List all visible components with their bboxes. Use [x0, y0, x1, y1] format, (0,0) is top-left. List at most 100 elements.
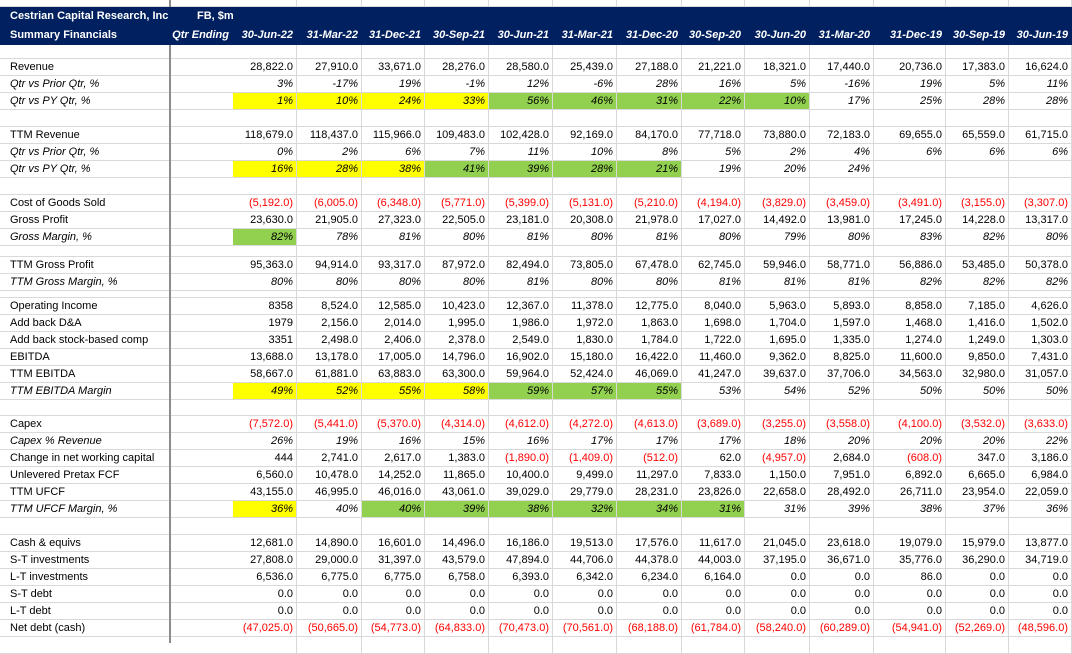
empty-cell[interactable]: [425, 637, 489, 654]
value-cell[interactable]: 6,536.0: [233, 569, 297, 586]
empty-cell[interactable]: [946, 45, 1009, 59]
value-cell[interactable]: 0.0: [745, 586, 810, 603]
empty-cell[interactable]: [362, 400, 425, 416]
empty-cell[interactable]: [362, 178, 425, 195]
empty-cell[interactable]: [617, 400, 682, 416]
value-cell[interactable]: 34,719.0: [1009, 552, 1072, 569]
value-cell[interactable]: 6%: [874, 144, 946, 161]
value-cell[interactable]: 8,524.0: [297, 298, 362, 315]
value-cell[interactable]: 0.0: [1009, 603, 1072, 620]
empty-cell[interactable]: [946, 178, 1009, 195]
empty-cell[interactable]: [946, 637, 1009, 654]
value-cell[interactable]: 2,684.0: [810, 450, 874, 467]
value-cell[interactable]: 0.0: [553, 603, 617, 620]
value-cell[interactable]: (6,005.0): [297, 195, 362, 212]
value-cell[interactable]: 0.0: [233, 586, 297, 603]
empty-cell[interactable]: [682, 178, 745, 195]
value-cell[interactable]: 15,979.0: [946, 535, 1009, 552]
value-cell[interactable]: 6,775.0: [297, 569, 362, 586]
value-cell[interactable]: 17,245.0: [874, 212, 946, 229]
value-cell[interactable]: 11,865.0: [425, 467, 489, 484]
empty-cell[interactable]: [946, 291, 1009, 298]
empty-cell[interactable]: [682, 637, 745, 654]
value-cell[interactable]: (3,689.0): [682, 416, 745, 433]
value-cell[interactable]: 62.0: [682, 450, 745, 467]
value-cell[interactable]: 23,826.0: [682, 484, 745, 501]
empty-cell[interactable]: [553, 400, 617, 416]
value-cell[interactable]: 22,658.0: [745, 484, 810, 501]
value-cell[interactable]: 6,164.0: [682, 569, 745, 586]
value-cell[interactable]: 82%: [946, 274, 1009, 291]
value-cell[interactable]: 20%: [810, 433, 874, 450]
value-cell[interactable]: 24%: [810, 161, 874, 178]
value-cell[interactable]: 39%: [810, 501, 874, 518]
value-cell[interactable]: 18%: [745, 433, 810, 450]
empty-cell[interactable]: [946, 400, 1009, 416]
empty-cell[interactable]: [553, 518, 617, 535]
value-cell[interactable]: 80%: [617, 274, 682, 291]
value-cell[interactable]: 7,431.0: [1009, 349, 1072, 366]
value-cell[interactable]: 37,195.0: [745, 552, 810, 569]
value-cell[interactable]: 21,045.0: [745, 535, 810, 552]
value-cell[interactable]: 50%: [874, 383, 946, 400]
empty-cell[interactable]: [297, 246, 362, 257]
empty-cell[interactable]: [682, 518, 745, 535]
empty-cell[interactable]: [946, 0, 1009, 7]
value-cell[interactable]: 69,655.0: [874, 127, 946, 144]
row-label[interactable]: TTM EBITDA Margin: [0, 383, 233, 400]
value-cell[interactable]: 444: [233, 450, 297, 467]
value-cell[interactable]: 14,252.0: [362, 467, 425, 484]
value-cell[interactable]: (3,459.0): [810, 195, 874, 212]
value-cell[interactable]: 1,704.0: [745, 315, 810, 332]
value-cell[interactable]: 14,496.0: [425, 535, 489, 552]
value-cell[interactable]: 0.0: [874, 586, 946, 603]
value-cell[interactable]: 38%: [874, 501, 946, 518]
value-cell[interactable]: 0.0: [745, 603, 810, 620]
empty-cell[interactable]: [617, 110, 682, 127]
value-cell[interactable]: 79%: [745, 229, 810, 246]
empty-cell[interactable]: [553, 637, 617, 654]
value-cell[interactable]: 81%: [489, 229, 553, 246]
value-cell[interactable]: (5,210.0): [617, 195, 682, 212]
empty-cell[interactable]: [553, 178, 617, 195]
value-cell[interactable]: 6,665.0: [946, 467, 1009, 484]
value-cell[interactable]: 17,383.0: [946, 59, 1009, 76]
value-cell[interactable]: 38%: [362, 161, 425, 178]
value-cell[interactable]: 31%: [617, 93, 682, 110]
value-cell[interactable]: 16%: [362, 433, 425, 450]
value-cell[interactable]: 7,951.0: [810, 467, 874, 484]
value-cell[interactable]: 347.0: [946, 450, 1009, 467]
value-cell[interactable]: 0.0: [489, 586, 553, 603]
value-cell[interactable]: 54%: [745, 383, 810, 400]
value-cell[interactable]: 19%: [362, 76, 425, 93]
value-cell[interactable]: 11,600.0: [874, 349, 946, 366]
value-cell[interactable]: (70,561.0): [553, 620, 617, 637]
empty-cell[interactable]: [489, 45, 553, 59]
value-cell[interactable]: 9,850.0: [946, 349, 1009, 366]
value-cell[interactable]: 37%: [946, 501, 1009, 518]
empty-cell[interactable]: [489, 246, 553, 257]
row-label[interactable]: Add back stock-based comp: [0, 332, 233, 349]
empty-cell[interactable]: [0, 178, 233, 195]
value-cell[interactable]: 36,290.0: [946, 552, 1009, 569]
value-cell[interactable]: 17%: [810, 93, 874, 110]
value-cell[interactable]: 33,671.0: [362, 59, 425, 76]
value-cell[interactable]: 1%: [233, 93, 297, 110]
value-cell[interactable]: 78%: [297, 229, 362, 246]
empty-cell[interactable]: [0, 637, 233, 654]
value-cell[interactable]: 10%: [553, 144, 617, 161]
value-cell[interactable]: 2,014.0: [362, 315, 425, 332]
value-cell[interactable]: 0.0: [682, 586, 745, 603]
value-cell[interactable]: 80%: [553, 274, 617, 291]
value-cell[interactable]: 17%: [617, 433, 682, 450]
value-cell[interactable]: 0.0: [682, 603, 745, 620]
value-cell[interactable]: 82,494.0: [489, 257, 553, 274]
value-cell[interactable]: 2,498.0: [297, 332, 362, 349]
value-cell[interactable]: 0.0: [810, 569, 874, 586]
value-cell[interactable]: 27,323.0: [362, 212, 425, 229]
value-cell[interactable]: 6,984.0: [1009, 467, 1072, 484]
value-cell[interactable]: (1,409.0): [553, 450, 617, 467]
empty-cell[interactable]: [682, 0, 745, 7]
value-cell[interactable]: 0.0: [425, 603, 489, 620]
value-cell[interactable]: 1,830.0: [553, 332, 617, 349]
